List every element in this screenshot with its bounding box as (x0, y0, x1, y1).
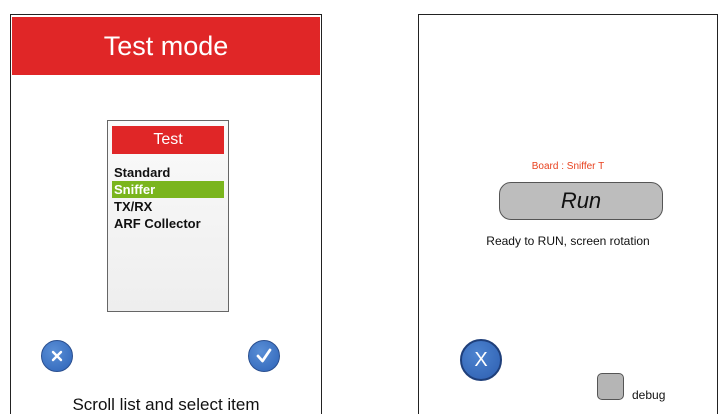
test-mode-screen: Test mode Test Standard Sniffer TX/RX AR… (10, 14, 322, 414)
instruction-text: Scroll list and select item (72, 395, 260, 414)
status-text: Ready to RUN, screen rotation (486, 234, 650, 248)
check-icon (256, 348, 272, 363)
debug-checkbox[interactable] (597, 373, 624, 400)
test-list-panel[interactable]: Test Standard Sniffer TX/RX ARF Collecto… (107, 120, 229, 312)
x-icon (51, 350, 63, 362)
cancel-button-right[interactable]: X (460, 339, 502, 381)
confirm-button[interactable] (248, 340, 280, 372)
list-item-standard[interactable]: Standard (112, 164, 224, 181)
debug-label: debug (632, 388, 666, 402)
run-button[interactable]: Run (499, 182, 663, 220)
list-item-arf-collector[interactable]: ARF Collector (112, 215, 224, 232)
cancel-button[interactable] (41, 340, 73, 372)
board-label: Board : Sniffer T (531, 161, 605, 172)
cancel-label: X (474, 348, 488, 371)
list-item-sniffer[interactable]: Sniffer (112, 181, 224, 198)
page-title: Test mode (12, 17, 320, 75)
run-screen: Board : Sniffer T Run Ready to RUN, scre… (418, 14, 718, 414)
list-header: Test (112, 126, 224, 154)
test-list[interactable]: Standard Sniffer TX/RX ARF Collector (112, 164, 224, 232)
list-item-txrx[interactable]: TX/RX (112, 198, 224, 215)
